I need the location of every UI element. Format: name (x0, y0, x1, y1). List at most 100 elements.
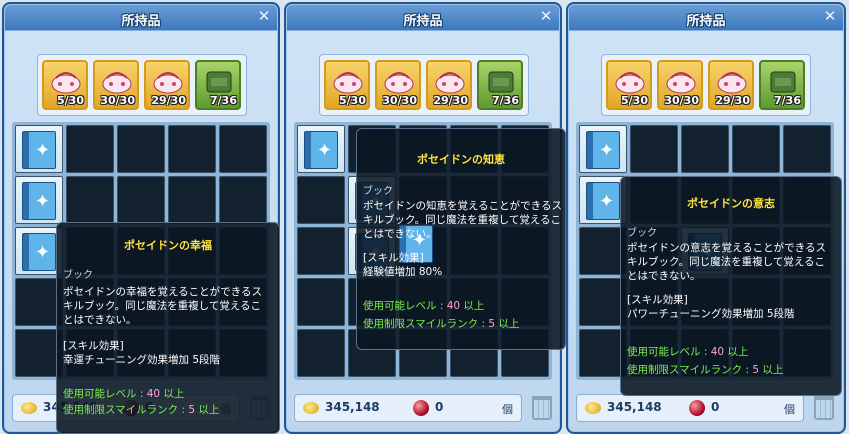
bag-slot[interactable]: 29/30 (144, 60, 190, 110)
trash-icon[interactable] (814, 396, 834, 420)
item-slot[interactable] (579, 125, 627, 173)
skill-book-icon (22, 131, 56, 169)
close-icon[interactable]: ✕ (822, 8, 838, 24)
tooltip-level-req: 使用可能レベル : 40 以上 (627, 345, 748, 359)
bag-icon (717, 72, 747, 94)
level-suffix: 以上 (160, 388, 185, 400)
tooltip-title: ポセイドンの知恵 (417, 153, 505, 166)
bag-icon (102, 72, 132, 94)
bag-icon (435, 72, 465, 94)
item-slot[interactable] (168, 176, 216, 224)
bag-slot[interactable]: 29/30 (708, 60, 754, 110)
close-icon[interactable]: ✕ (538, 8, 554, 24)
item-slot[interactable] (630, 125, 678, 173)
gem-count: 0 (435, 400, 444, 414)
level-suffix: 以上 (460, 300, 485, 312)
skill-book-icon (586, 182, 620, 220)
currency-bar: 345,148 0 個 (576, 394, 804, 422)
tooltip-effect: パワーチューニング効果増加 5段階 (627, 308, 795, 320)
bag-slot[interactable]: 5/30 (606, 60, 652, 110)
close-icon[interactable]: ✕ (256, 8, 272, 24)
item-slot[interactable] (297, 278, 345, 326)
item-slot[interactable] (168, 125, 216, 173)
bag-bar: 5/30 30/30 29/30 7/36 (601, 54, 811, 116)
item-slot[interactable] (117, 176, 165, 224)
bag-slot[interactable]: 5/30 (324, 60, 370, 110)
level-suffix: 以上 (724, 346, 749, 358)
item-slot[interactable] (219, 176, 267, 224)
tooltip-level-req: 使用可能レベル : 40 以上 (63, 387, 184, 401)
backpack-icon (770, 71, 796, 93)
bag-slot[interactable]: 30/30 (375, 60, 421, 110)
unit-label: 個 (502, 403, 513, 416)
level-label: 使用可能レベル : (627, 346, 711, 358)
slot-count: 29/30 (433, 94, 468, 107)
bag-slot[interactable]: 30/30 (657, 60, 703, 110)
tooltip-category: ブック (63, 270, 93, 281)
level-value: 40 (146, 388, 161, 400)
tooltip-effect: 経験値増加 80% (363, 266, 443, 278)
gem-icon (413, 400, 429, 416)
bag-slot[interactable]: 7/36 (477, 60, 523, 110)
item-slot[interactable] (66, 176, 114, 224)
tooltip-category: ブック (627, 228, 657, 239)
window-title: 所持品 (686, 14, 726, 29)
slot-count: 30/30 (382, 94, 417, 107)
item-slot[interactable] (117, 125, 165, 173)
bag-icon (153, 72, 183, 94)
bag-icon (666, 72, 696, 94)
slot-count: 5/30 (339, 94, 366, 107)
tooltip-rank-req: 使用制限スマイルランク : 5 以上 (627, 363, 783, 377)
level-value: 40 (446, 300, 461, 312)
item-slot[interactable] (297, 227, 345, 275)
level-value: 40 (710, 346, 725, 358)
item-slot[interactable] (783, 125, 831, 173)
gem-count: 0 (711, 400, 720, 414)
tooltip-effect-header: [スキル効果] (363, 252, 424, 264)
rank-suffix: 以上 (495, 318, 520, 330)
money-amount: 345,148 (325, 400, 380, 414)
tooltip-rank-req: 使用制限スマイルランク : 5 以上 (63, 403, 219, 417)
tooltip-title: ポセイドンの意志 (687, 197, 775, 210)
currency-bar: 345,148 0 個 (294, 394, 522, 422)
item-slot[interactable] (66, 125, 114, 173)
slot-count: 5/30 (621, 94, 648, 107)
item-slot[interactable] (297, 125, 345, 173)
bag-slot[interactable]: 7/36 (195, 60, 241, 110)
bag-slot[interactable]: 29/30 (426, 60, 472, 110)
coin-icon (303, 402, 319, 414)
skill-book-icon (304, 131, 338, 169)
skill-book-icon (586, 131, 620, 169)
rank-label: 使用制限スマイルランク : (363, 318, 489, 330)
slot-count: 30/30 (100, 94, 135, 107)
item-slot[interactable] (15, 176, 63, 224)
rank-label: 使用制限スマイルランク : (627, 364, 753, 376)
item-tooltip-2: ポセイドンの知恵 ブック ポセイドンの知恵を覚えることができるス キルブック。同… (356, 128, 566, 350)
gem-icon (689, 400, 705, 416)
bag-icon (615, 72, 645, 94)
slot-count: 29/30 (151, 94, 186, 107)
tooltip-effect: 幸運チューニング効果増加 5段階 (63, 354, 221, 366)
slot-count: 7/36 (774, 94, 801, 107)
item-slot[interactable] (297, 329, 345, 377)
slot-count: 29/30 (715, 94, 750, 107)
item-slot[interactable] (732, 125, 780, 173)
rank-suffix: 以上 (195, 404, 220, 416)
item-slot[interactable] (297, 176, 345, 224)
coin-icon (585, 402, 601, 414)
window-title: 所持品 (403, 14, 443, 29)
tooltip-category: ブック (363, 186, 393, 197)
item-slot[interactable] (15, 125, 63, 173)
bag-slot[interactable]: 30/30 (93, 60, 139, 110)
item-slot[interactable] (681, 125, 729, 173)
tooltip-title: ポセイドンの幸福 (124, 239, 212, 252)
item-tooltip-1: ポセイドンの幸福 ブック ポセイドンの幸福を覚えることができるス キルブック。同… (56, 222, 280, 434)
item-slot[interactable] (219, 125, 267, 173)
bag-slot[interactable]: 5/30 (42, 60, 88, 110)
backpack-icon (206, 71, 232, 93)
tooltip-description: ポセイドンの意志を覚えることができるス キルブック。同じ魔法を重複して覚えるこ … (627, 242, 826, 282)
bag-icon (51, 72, 81, 94)
trash-icon[interactable] (532, 396, 552, 420)
item-tooltip-3: ポセイドンの意志 ブック ポセイドンの意志を覚えることができるス キルブック。同… (620, 176, 842, 396)
bag-slot[interactable]: 7/36 (759, 60, 805, 110)
